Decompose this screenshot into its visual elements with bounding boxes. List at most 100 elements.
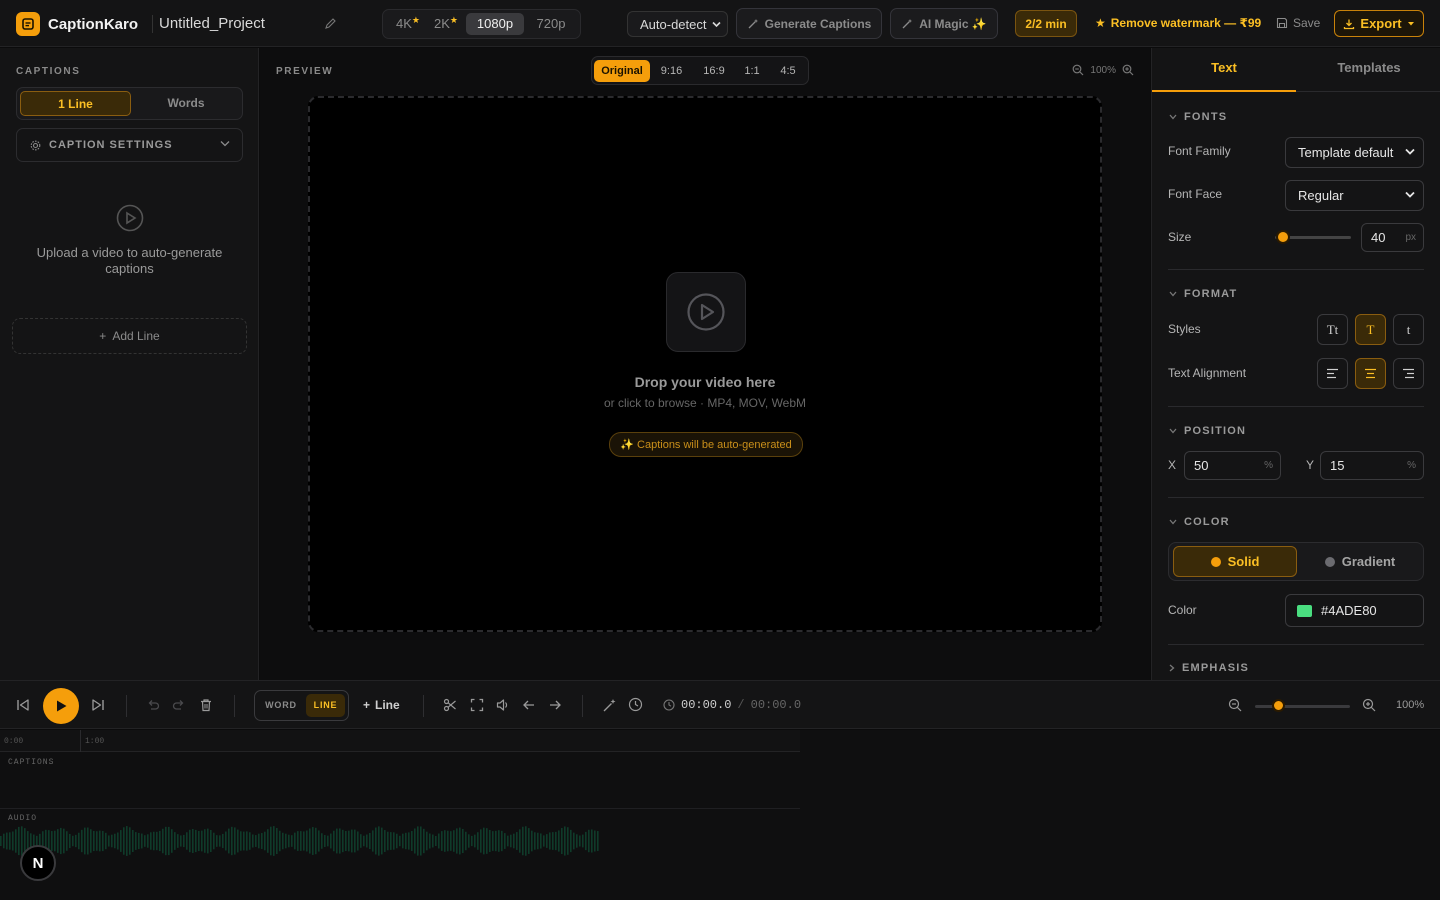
n-badge[interactable]: N bbox=[20, 845, 56, 881]
ruler-tick-line bbox=[80, 730, 81, 752]
align-left-button[interactable] bbox=[1317, 358, 1348, 389]
align-center-button[interactable] bbox=[1355, 358, 1386, 389]
waveform-bar bbox=[588, 829, 590, 853]
timeline-mode-line[interactable]: LINE bbox=[306, 694, 345, 717]
audio-waveform[interactable] bbox=[0, 825, 600, 857]
waveform-bar bbox=[408, 832, 410, 850]
clock-icon[interactable] bbox=[628, 697, 643, 712]
position-section-title: POSITION bbox=[1184, 425, 1247, 437]
waveform-bar bbox=[369, 832, 371, 850]
zoom-in-icon[interactable] bbox=[1122, 64, 1134, 76]
fit-icon[interactable] bbox=[470, 698, 484, 712]
video-drop-zone[interactable]: Drop your video here or click to browse … bbox=[308, 96, 1102, 632]
add-line-button[interactable]: + Add Line bbox=[12, 318, 247, 354]
volume-icon[interactable] bbox=[496, 698, 510, 712]
brand[interactable]: CaptionKaro bbox=[16, 12, 153, 36]
export-button[interactable]: Export bbox=[1334, 10, 1424, 37]
time-ruler[interactable]: 0:00 1:00 bbox=[0, 730, 800, 752]
skip-forward-icon[interactable] bbox=[91, 698, 105, 712]
caption-settings-toggle[interactable]: CAPTION SETTINGS bbox=[16, 128, 243, 162]
size-unit: px bbox=[1405, 232, 1416, 243]
resolution-4k[interactable]: 4K★ bbox=[391, 13, 425, 35]
trash-icon[interactable] bbox=[199, 698, 213, 712]
waveform-bar bbox=[582, 834, 584, 848]
undo-icon[interactable] bbox=[146, 698, 160, 712]
mode-words[interactable]: Words bbox=[133, 91, 239, 116]
generate-captions-button[interactable]: Generate Captions bbox=[736, 8, 882, 39]
resolution-720p[interactable]: 720p bbox=[528, 13, 574, 35]
resolution-1080p[interactable]: 1080p bbox=[466, 13, 524, 35]
waveform-bar bbox=[462, 828, 464, 854]
timeline[interactable]: 0:00 1:00 CAPTIONS AUDIO N bbox=[0, 730, 1440, 900]
color-swatch[interactable] bbox=[1297, 604, 1312, 617]
resolution-selector: 4K★ 2K★ 1080p 720p bbox=[382, 9, 581, 39]
waveform-bar bbox=[12, 831, 14, 851]
color-picker[interactable]: #4ADE80 bbox=[1285, 594, 1424, 627]
ratio-16-9[interactable]: 16:9 bbox=[695, 60, 733, 82]
timeline-zoom-handle[interactable] bbox=[1272, 699, 1286, 712]
ratio-1-1[interactable]: 1:1 bbox=[737, 60, 767, 82]
magic-wand-icon[interactable] bbox=[602, 698, 617, 713]
edit-name-icon[interactable] bbox=[324, 17, 337, 30]
timeline-mode-word[interactable]: WORD bbox=[259, 694, 303, 717]
chevron-down-icon bbox=[1405, 191, 1415, 198]
project-name[interactable]: Untitled_Project bbox=[159, 15, 265, 32]
waveform-bar bbox=[564, 826, 566, 856]
zoom-out-icon[interactable] bbox=[1072, 64, 1084, 76]
size-slider-handle[interactable] bbox=[1275, 230, 1290, 244]
add-line-toolbar-button[interactable]: + Line bbox=[363, 698, 400, 712]
scissors-icon[interactable] bbox=[443, 698, 457, 712]
waveform-bar bbox=[591, 829, 593, 853]
ai-magic-button[interactable]: AI Magic ✨ bbox=[890, 8, 998, 39]
divider bbox=[152, 15, 153, 33]
arrow-right-icon[interactable] bbox=[548, 698, 562, 712]
resolution-2k[interactable]: 2K★ bbox=[429, 13, 463, 35]
font-face-select[interactable]: Regular bbox=[1285, 180, 1424, 211]
waveform-bar bbox=[243, 831, 245, 851]
remove-watermark-button[interactable]: ★ Remove watermark — ₹99 bbox=[1095, 16, 1261, 30]
save-button[interactable]: Save bbox=[1276, 16, 1320, 30]
format-section-header[interactable]: FORMAT bbox=[1169, 288, 1237, 300]
emphasis-section-header[interactable]: EMPHASIS bbox=[1169, 662, 1249, 674]
star-icon: ★ bbox=[1095, 16, 1106, 30]
language-select[interactable]: Auto-detect bbox=[627, 11, 728, 37]
zoom-out-icon[interactable] bbox=[1228, 698, 1242, 712]
ratio-4-5[interactable]: 4:5 bbox=[771, 60, 805, 82]
waveform-bar bbox=[555, 831, 557, 851]
mode-1-line[interactable]: 1 Line bbox=[20, 91, 131, 116]
color-mode-gradient[interactable]: Gradient bbox=[1298, 546, 1422, 577]
waveform-bar bbox=[75, 834, 77, 848]
style-title-case-button[interactable]: Tt bbox=[1317, 314, 1348, 345]
y-label: Y bbox=[1306, 458, 1315, 472]
fonts-section-header[interactable]: FONTS bbox=[1169, 111, 1227, 123]
arrow-left-icon[interactable] bbox=[522, 698, 536, 712]
play-button[interactable] bbox=[43, 688, 79, 724]
tab-text[interactable]: Text bbox=[1152, 48, 1296, 92]
position-section-header[interactable]: POSITION bbox=[1169, 425, 1246, 437]
waveform-bar bbox=[435, 835, 437, 847]
time-display: 00:00.0 / 00:00.0 bbox=[663, 698, 801, 712]
tab-templates[interactable]: Templates bbox=[1297, 48, 1440, 92]
waveform-bar bbox=[486, 828, 488, 854]
style-lowercase-button[interactable]: t bbox=[1393, 314, 1424, 345]
waveform-bar bbox=[297, 831, 299, 851]
size-slider[interactable] bbox=[1275, 230, 1351, 244]
generate-captions-label: Generate Captions bbox=[764, 16, 872, 31]
color-section-header[interactable]: COLOR bbox=[1169, 516, 1230, 528]
zoom-in-icon[interactable] bbox=[1362, 698, 1376, 712]
ratio-9-16[interactable]: 9:16 bbox=[653, 60, 690, 82]
align-right-button[interactable] bbox=[1393, 358, 1424, 389]
skip-back-icon[interactable] bbox=[16, 698, 30, 712]
position-x-input[interactable]: 50 % bbox=[1184, 451, 1281, 480]
size-input[interactable]: 40 px bbox=[1361, 223, 1424, 252]
ratio-original[interactable]: Original bbox=[594, 60, 650, 82]
color-mode-solid[interactable]: Solid bbox=[1173, 546, 1297, 577]
waveform-bar bbox=[345, 830, 347, 852]
position-y-input[interactable]: 15 % bbox=[1320, 451, 1424, 480]
redo-icon[interactable] bbox=[172, 698, 186, 712]
font-family-select[interactable]: Template default bbox=[1285, 137, 1424, 168]
remove-watermark-label: Remove watermark — ₹99 bbox=[1110, 16, 1262, 30]
timeline-zoom-slider[interactable] bbox=[1255, 699, 1350, 712]
chevron-down-icon bbox=[712, 21, 721, 28]
style-uppercase-button[interactable]: T bbox=[1355, 314, 1386, 345]
